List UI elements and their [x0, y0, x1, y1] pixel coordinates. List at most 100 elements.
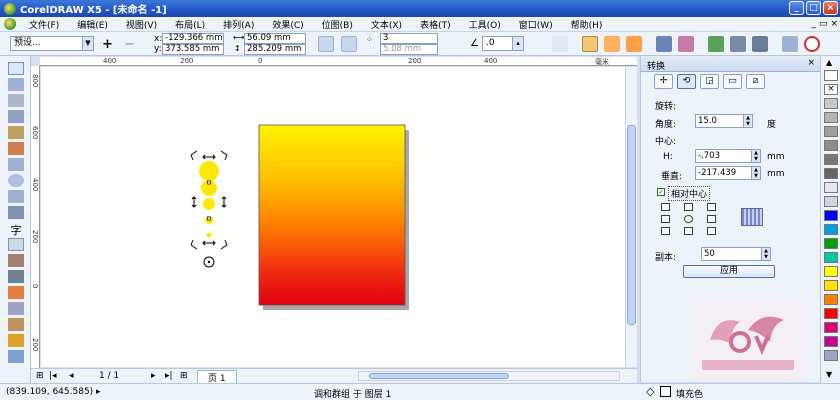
- color-swatch[interactable]: [824, 252, 838, 263]
- color-swatch[interactable]: [824, 238, 838, 249]
- gradient-rectangle[interactable]: [258, 124, 406, 306]
- menu-file[interactable]: 文件(F): [20, 18, 68, 31]
- fill-swatch[interactable]: [660, 386, 671, 397]
- polygon-tool-icon[interactable]: [8, 190, 24, 203]
- height-input[interactable]: 285.209 mm: [244, 44, 306, 55]
- blend-object-icon[interactable]: [341, 36, 357, 52]
- spin-arrows-icon[interactable]: ▲ ▼: [743, 115, 752, 127]
- color-swatch[interactable]: [824, 168, 838, 179]
- menu-arrange[interactable]: 排列(A): [214, 18, 263, 31]
- rotate-tab-icon[interactable]: ⟲: [677, 74, 696, 89]
- page-options-icon[interactable]: ⊞: [36, 371, 44, 381]
- document-icon[interactable]: [4, 18, 16, 30]
- anchor-bottom-right[interactable]: [707, 227, 716, 235]
- pick-tool-icon[interactable]: [8, 62, 24, 75]
- vertical-scrollbar[interactable]: [625, 67, 637, 367]
- prev-page-button[interactable]: ◂: [69, 371, 74, 381]
- interactive-fill-tool-icon[interactable]: [8, 350, 24, 363]
- freehand-tool-icon[interactable]: [8, 126, 24, 139]
- copies-input[interactable]: 50 ▲ ▼: [701, 247, 771, 261]
- blend-spacing-input[interactable]: 5.08 mm: [380, 44, 438, 55]
- horizontal-scroll-thumb[interactable]: [369, 373, 509, 379]
- dimension-tool-icon[interactable]: [8, 254, 24, 267]
- table-tool-icon[interactable]: [8, 238, 24, 251]
- acceleration-icon[interactable]: [678, 36, 694, 52]
- palette-scroll-down-icon[interactable]: ▼: [826, 370, 832, 379]
- blend-preset-icon[interactable]: [318, 36, 334, 52]
- anchor-bottom-center[interactable]: [684, 227, 693, 235]
- blend-steps-input[interactable]: 3: [380, 33, 438, 44]
- color-swatch[interactable]: [824, 154, 838, 165]
- color-swatch[interactable]: [824, 224, 838, 235]
- relative-center-checkbox[interactable]: ✓: [657, 188, 665, 196]
- add-page-button[interactable]: ⊞: [180, 371, 188, 381]
- outline-tool-icon[interactable]: [8, 318, 24, 331]
- menu-view[interactable]: 视图(V): [117, 18, 166, 31]
- menu-edit[interactable]: 编辑(E): [68, 18, 117, 31]
- width-input[interactable]: 56.09 mm: [244, 33, 306, 44]
- menu-text[interactable]: 文本(X): [362, 18, 411, 31]
- menu-tools[interactable]: 工具(O): [460, 18, 510, 31]
- spin-arrows-icon[interactable]: ▲ ▼: [751, 150, 760, 162]
- anchor-center[interactable]: [684, 215, 693, 223]
- maximize-button[interactable]: □: [806, 1, 821, 15]
- anchor-top-right[interactable]: [707, 203, 716, 211]
- color-swatch[interactable]: [824, 280, 838, 291]
- remove-preset-button[interactable]: −: [124, 37, 135, 52]
- close-button[interactable]: ×: [823, 1, 838, 15]
- color-swatch[interactable]: [824, 140, 838, 151]
- color-swatch[interactable]: [824, 336, 838, 347]
- palette-scroll-up-icon[interactable]: ▲: [826, 58, 832, 67]
- clockwise-blend-icon[interactable]: [604, 36, 620, 52]
- blend-circle[interactable]: [206, 232, 212, 238]
- object-color-acceleration-icon[interactable]: [656, 36, 672, 52]
- blend-node[interactable]: [207, 180, 211, 185]
- doc-minimize-button[interactable]: _: [811, 19, 816, 29]
- skew-tab-icon[interactable]: ⧄: [746, 74, 765, 89]
- anchor-middle-left[interactable]: [661, 215, 670, 223]
- direct-blend-icon[interactable]: [582, 36, 598, 52]
- rectangle-tool-icon[interactable]: [8, 158, 24, 171]
- menu-effects[interactable]: 效果(C): [263, 18, 312, 31]
- more-blend-options-icon[interactable]: [752, 36, 768, 52]
- anchor-top-center[interactable]: [684, 203, 693, 211]
- eyedropper-tool-icon[interactable]: [8, 302, 24, 315]
- color-swatch[interactable]: [824, 266, 838, 277]
- ellipse-tool-icon[interactable]: [8, 174, 24, 187]
- horizontal-scrollbar[interactable]: [358, 371, 620, 381]
- anchor-middle-right[interactable]: [707, 215, 716, 223]
- color-swatch[interactable]: [824, 98, 838, 109]
- path-properties-icon[interactable]: [730, 36, 746, 52]
- menu-table[interactable]: 表格(T): [411, 18, 460, 31]
- anchor-top-left[interactable]: [661, 203, 670, 211]
- y-position-input[interactable]: 373.585 mm: [162, 44, 224, 55]
- apply-button[interactable]: 应用: [683, 265, 775, 278]
- start-end-properties-icon[interactable]: [708, 36, 724, 52]
- basic-shapes-tool-icon[interactable]: [8, 206, 24, 219]
- connector-tool-icon[interactable]: [8, 270, 24, 283]
- color-swatch[interactable]: [824, 112, 838, 123]
- text-tool-icon[interactable]: 字: [8, 222, 24, 237]
- blend-direction-input[interactable]: .0 ▴: [482, 36, 524, 51]
- x-position-input[interactable]: -129.366 mm: [162, 33, 224, 44]
- anchor-bottom-left[interactable]: [661, 227, 670, 235]
- center-h-input[interactable]: -.703 ▲ ▼: [695, 149, 761, 163]
- vertical-scroll-thumb[interactable]: [627, 125, 636, 325]
- color-swatch[interactable]: [824, 182, 838, 193]
- angle-input[interactable]: 15.0 ▲ ▼: [695, 114, 753, 128]
- color-swatch[interactable]: [824, 294, 838, 305]
- doc-restore-button[interactable]: ▭: [819, 19, 828, 29]
- add-preset-button[interactable]: +: [102, 37, 113, 52]
- color-swatch[interactable]: [824, 126, 838, 137]
- first-page-button[interactable]: |◂: [49, 371, 57, 381]
- loop-blend-icon[interactable]: [552, 36, 568, 52]
- drawing-canvas[interactable]: [41, 67, 625, 367]
- blend-node[interactable]: [207, 216, 211, 221]
- horizontal-ruler[interactable]: 400 200 0 200 400 毫米: [40, 57, 637, 66]
- minimize-button[interactable]: _: [789, 1, 804, 15]
- blend-circle[interactable]: [203, 198, 215, 210]
- shape-tool-icon[interactable]: [8, 78, 24, 91]
- size-tab-icon[interactable]: ▭: [723, 74, 742, 89]
- spin-arrows-icon[interactable]: ▲ ▼: [751, 167, 760, 179]
- smart-fill-tool-icon[interactable]: [8, 142, 24, 155]
